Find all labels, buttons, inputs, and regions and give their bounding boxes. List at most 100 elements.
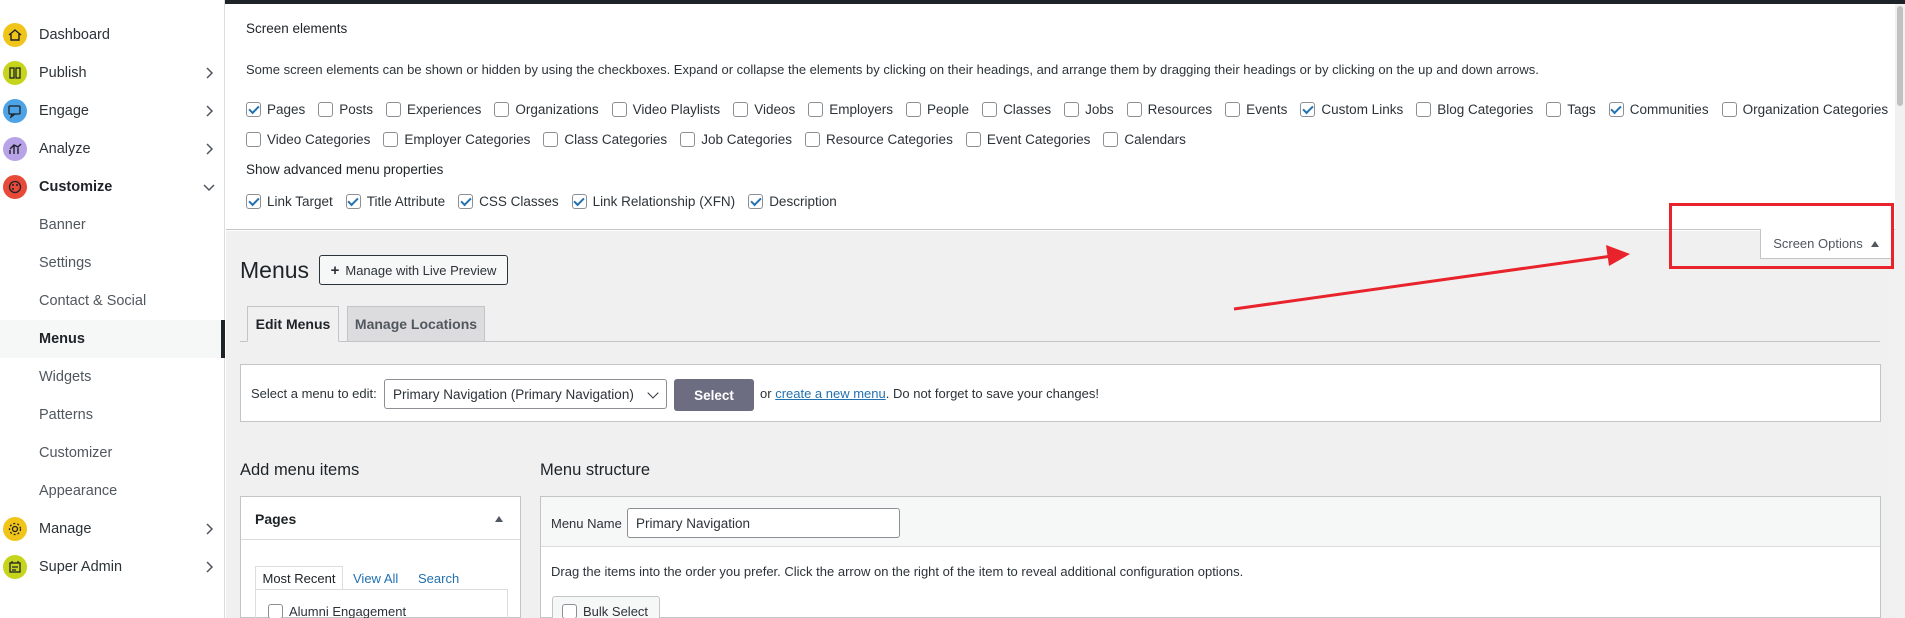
menu-select-dropdown[interactable]: Primary Navigation (Primary Navigation) <box>384 379 667 409</box>
sidebar-subitem-customizer[interactable]: Customizer <box>0 434 225 472</box>
checkbox-box[interactable] <box>906 102 922 117</box>
pages-accordion-header[interactable]: Pages <box>241 497 520 540</box>
checkbox-experiences[interactable]: Experiences <box>386 102 481 117</box>
checkbox-people[interactable]: People <box>906 102 969 117</box>
sidebar-subitem-widgets[interactable]: Widgets <box>0 358 225 396</box>
chevron-right-icon <box>206 143 214 155</box>
checkbox-box[interactable] <box>562 603 577 618</box>
checkbox-box[interactable] <box>1064 102 1080 117</box>
checkbox-box[interactable] <box>1546 102 1562 117</box>
checkbox-employer-categories[interactable]: Employer Categories <box>383 132 530 147</box>
menu-name-input[interactable]: Primary Navigation <box>627 508 900 538</box>
checkbox-communities[interactable]: Communities <box>1608 102 1709 117</box>
checkbox-box[interactable] <box>246 132 261 147</box>
list-item[interactable]: Alumni Engagement <box>268 604 406 618</box>
checkbox-box[interactable] <box>268 604 283 618</box>
checkbox-job-categories[interactable]: Job Categories <box>680 132 792 147</box>
tab-most-recent[interactable]: Most Recent <box>255 566 343 590</box>
checkbox-box[interactable] <box>805 132 820 147</box>
checkbox-tags[interactable]: Tags <box>1546 102 1596 117</box>
checkbox-box[interactable] <box>494 102 510 117</box>
sidebar-subitem-contact-social[interactable]: Contact & Social <box>0 282 225 320</box>
checkbox-label: Classes <box>1003 102 1052 117</box>
checkbox-blog-categories[interactable]: Blog Categories <box>1416 102 1533 117</box>
checkbox-box[interactable] <box>1300 102 1316 117</box>
manage-live-preview-button[interactable]: + Manage with Live Preview <box>319 255 508 285</box>
checkbox-box[interactable] <box>611 102 627 117</box>
tab-search[interactable]: Search <box>418 566 459 590</box>
checkbox-class-categories[interactable]: Class Categories <box>543 132 667 147</box>
page-scrollbar[interactable] <box>1895 4 1905 618</box>
checkbox-resource-categories[interactable]: Resource Categories <box>805 132 953 147</box>
checkbox-box[interactable] <box>965 132 981 147</box>
sidebar-subitem-appearance[interactable]: Appearance <box>0 472 225 510</box>
checkbox-box[interactable] <box>1721 102 1737 117</box>
checkbox-events[interactable]: Events <box>1225 102 1287 117</box>
checkbox-pages[interactable]: Pages <box>246 102 305 117</box>
checkbox-videos[interactable]: Videos <box>733 102 795 117</box>
checkbox-jobs[interactable]: Jobs <box>1064 102 1114 117</box>
sidebar-item-analyze[interactable]: Analyze <box>0 130 225 168</box>
checkbox-link-target[interactable]: Link Target <box>246 194 333 209</box>
checkbox-box[interactable] <box>1416 102 1432 117</box>
checkbox-employers[interactable]: Employers <box>808 102 893 117</box>
bulk-select-button[interactable]: Bulk Select <box>552 596 660 618</box>
tab-edit-menus[interactable]: Edit Menus <box>247 306 339 342</box>
checkbox-box[interactable] <box>246 102 261 117</box>
checkbox-box[interactable] <box>318 102 334 117</box>
checkbox-box[interactable] <box>1126 102 1142 117</box>
checkbox-box[interactable] <box>386 102 402 117</box>
select-button[interactable]: Select <box>674 379 754 411</box>
checkbox-calendars[interactable]: Calendars <box>1103 132 1186 147</box>
checkbox-box[interactable] <box>383 132 399 147</box>
checkbox-box[interactable] <box>458 194 474 209</box>
checkbox-box[interactable] <box>1103 132 1119 147</box>
sidebar-item-super-admin[interactable]: Super Admin <box>0 548 225 586</box>
checkbox-title-attribute[interactable]: Title Attribute <box>345 194 445 209</box>
checkbox-label: Videos <box>754 102 796 117</box>
sidebar-subitem-settings[interactable]: Settings <box>0 244 225 282</box>
chevron-down-icon <box>647 387 659 399</box>
checkbox-box[interactable] <box>345 194 361 209</box>
sidebar-item-dashboard[interactable]: Dashboard <box>0 16 225 54</box>
tab-view-all[interactable]: View All <box>353 566 398 590</box>
checkbox-custom-links[interactable]: Custom Links <box>1300 102 1403 117</box>
checkbox-link-relationship[interactable]: Link Relationship (XFN) <box>571 194 735 209</box>
sidebar-subitem-label: Customizer <box>39 445 113 461</box>
checkbox-classes[interactable]: Classes <box>982 102 1051 117</box>
tab-manage-locations[interactable]: Manage Locations <box>347 306 485 342</box>
checkbox-organization-categories[interactable]: Organization Categories <box>1721 102 1888 117</box>
checkbox-box[interactable] <box>246 194 261 209</box>
checkbox-description[interactable]: Description <box>748 194 837 209</box>
sidebar-item-label: Super Admin <box>39 559 123 575</box>
checkbox-label: Custom Links <box>1321 102 1404 117</box>
checkbox-resources[interactable]: Resources <box>1126 102 1212 117</box>
checkbox-box[interactable] <box>1225 102 1241 117</box>
sidebar-subitem-menus[interactable]: Menus <box>0 320 225 358</box>
checkbox-posts[interactable]: Posts <box>318 102 373 117</box>
checkbox-box[interactable] <box>543 132 559 147</box>
sidebar-subitem-patterns[interactable]: Patterns <box>0 396 225 434</box>
admin-sidebar: Dashboard Publish Engage Analyze Customi… <box>0 0 225 618</box>
sidebar-item-customize[interactable]: Customize <box>0 168 225 206</box>
checkbox-box[interactable] <box>982 102 998 117</box>
create-new-menu-link[interactable]: create a new menu <box>775 386 886 401</box>
checkbox-video-playlists[interactable]: Video Playlists <box>611 102 720 117</box>
checkbox-box[interactable] <box>748 194 764 209</box>
checkbox-label: Calendars <box>1124 132 1186 147</box>
checkbox-box[interactable] <box>1608 102 1624 117</box>
checkbox-box[interactable] <box>680 132 696 147</box>
sidebar-item-engage[interactable]: Engage <box>0 92 225 130</box>
drag-help-text: Drag the items into the order you prefer… <box>551 564 1244 579</box>
checkbox-organizations[interactable]: Organizations <box>494 102 599 117</box>
sidebar-item-manage[interactable]: Manage <box>0 510 225 548</box>
sidebar-subitem-banner[interactable]: Banner <box>0 206 225 244</box>
checkbox-css-classes[interactable]: CSS Classes <box>458 194 559 209</box>
checkbox-video-categories[interactable]: Video Categories <box>246 132 370 147</box>
checkbox-box[interactable] <box>733 102 749 117</box>
scrollbar-thumb[interactable] <box>1897 6 1903 106</box>
sidebar-item-publish[interactable]: Publish <box>0 54 225 92</box>
checkbox-box[interactable] <box>571 194 587 209</box>
checkbox-box[interactable] <box>808 102 824 117</box>
checkbox-event-categories[interactable]: Event Categories <box>965 132 1090 147</box>
